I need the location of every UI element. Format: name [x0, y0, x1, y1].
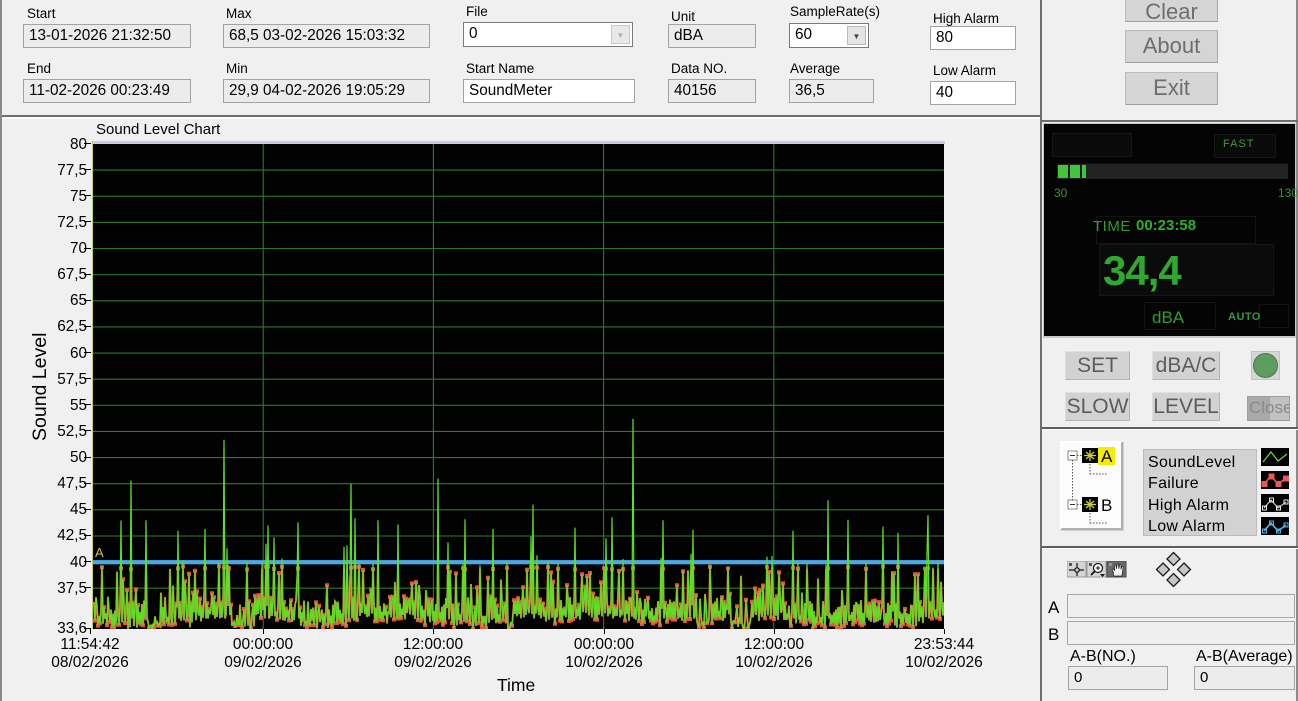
svg-text:A: A [95, 545, 104, 560]
svg-text:B: B [1101, 496, 1112, 515]
svg-text:A: A [1101, 447, 1113, 466]
